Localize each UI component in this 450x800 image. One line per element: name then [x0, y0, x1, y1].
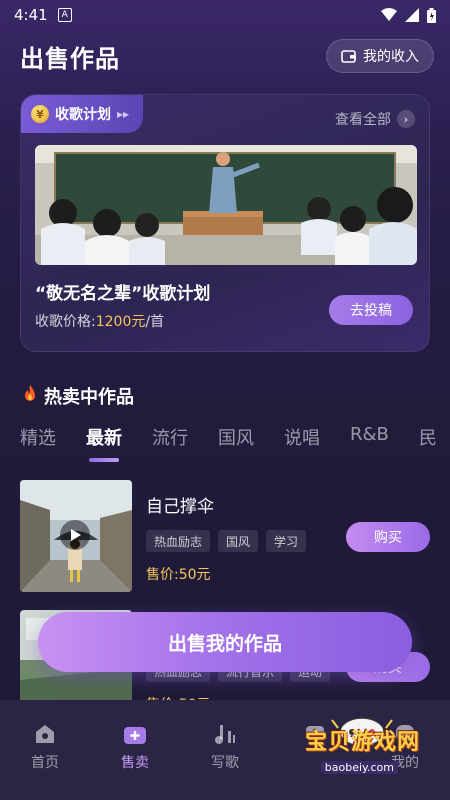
status-time: 4:41: [14, 6, 48, 24]
plan-price-label: 收歌价格:: [35, 314, 96, 330]
coin-icon: ¥: [31, 105, 49, 123]
hot-works-title: 热卖中作品: [22, 383, 134, 409]
watermark-text: 宝贝游戏网: [304, 730, 420, 755]
hot-works-label: 热卖中作品: [44, 387, 134, 408]
song-tag: 国风: [218, 530, 259, 552]
submit-button[interactable]: 去投稿: [329, 295, 413, 325]
play-icon: [71, 529, 81, 541]
song-tag: 学习: [266, 530, 307, 552]
plan-banner-image: [35, 145, 417, 265]
home-icon: [33, 722, 57, 746]
plan-tag-label: 收歌计划: [55, 107, 111, 123]
tab-guofeng[interactable]: 国风: [218, 424, 254, 454]
tab-folk[interactable]: 民: [419, 424, 437, 454]
page-title: 出售作品: [20, 44, 120, 73]
plan-price: 收歌价格:1200元/首: [35, 311, 164, 331]
header: 出售作品 我的收入: [20, 38, 434, 74]
nav-sell[interactable]: 售卖: [100, 722, 170, 772]
view-all-label: 查看全部: [335, 112, 391, 128]
nav-write-song[interactable]: 写歌: [190, 722, 260, 772]
nav-sell-label: 售卖: [121, 755, 149, 771]
chevron-right-icon: ›: [397, 110, 415, 128]
plan-tag: ¥ 收歌计划 ▸▸: [21, 95, 144, 133]
battery-icon: [427, 7, 436, 23]
fire-icon: [22, 385, 38, 407]
signal-icon: [405, 8, 419, 22]
double-chevron-icon: ▸▸: [117, 107, 130, 121]
wallet-icon: [341, 50, 356, 63]
plan-price-unit: /首: [145, 314, 165, 330]
tab-pop[interactable]: 流行: [152, 424, 188, 454]
view-all-link[interactable]: 查看全部 ›: [335, 109, 415, 129]
song-price: 售价:50元: [146, 567, 211, 583]
tab-rap[interactable]: 说唱: [284, 424, 320, 454]
music-note-icon: [213, 722, 237, 746]
category-tabs: 精选 最新 流行 国风 说唱 R&B 民: [20, 424, 450, 454]
plan-name: “敬无名之辈”收歌计划: [35, 284, 211, 304]
sell-icon: [123, 722, 147, 746]
sell-my-works-button[interactable]: 出售我的作品: [38, 612, 412, 672]
nav-write-song-label: 写歌: [211, 755, 239, 771]
status-bar: 4:41 A: [0, 0, 450, 30]
buy-button[interactable]: 购买: [346, 522, 430, 552]
notification-badge-icon: A: [57, 8, 72, 22]
song-collection-plan-card[interactable]: ¥ 收歌计划 ▸▸ 查看全部 › “敬无名之辈”收歌计划 收歌价格:1200元/…: [20, 94, 430, 352]
song-tags: 热血励志 国风 学习: [146, 530, 307, 552]
nav-home-label: 首页: [31, 755, 59, 771]
song-cover[interactable]: [20, 480, 132, 592]
wifi-icon: [381, 8, 397, 21]
plan-price-value: 1200元: [95, 314, 146, 330]
my-income-button[interactable]: 我的收入: [326, 39, 434, 73]
play-button[interactable]: [60, 520, 90, 550]
song-title: 自己撑伞: [146, 497, 214, 517]
song-item[interactable]: 自己撑伞 热血励志 国风 学习 售价:50元 购买: [20, 480, 430, 592]
watermark-url: baobeiy.com: [320, 761, 398, 774]
my-income-label: 我的收入: [363, 49, 419, 65]
tab-latest[interactable]: 最新: [86, 424, 122, 454]
tab-featured[interactable]: 精选: [20, 424, 56, 454]
tab-rnb[interactable]: R&B: [350, 424, 389, 454]
song-tag: 热血励志: [146, 530, 211, 552]
nav-home[interactable]: 首页: [10, 722, 80, 772]
